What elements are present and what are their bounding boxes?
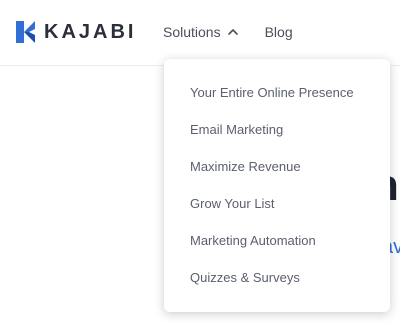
nav-blog[interactable]: Blog <box>265 22 293 42</box>
menu-item-marketing-automation[interactable]: Marketing Automation <box>164 222 390 259</box>
chevron-up-icon <box>227 29 238 35</box>
kajabi-logo-icon <box>16 21 35 43</box>
solutions-dropdown-menu: Your Entire Online Presence Email Market… <box>164 59 390 312</box>
logo-link[interactable]: KAJABI <box>16 20 136 44</box>
menu-item-quizzes-surveys[interactable]: Quizzes & Surveys <box>164 259 390 296</box>
logo-text: KAJABI <box>44 21 137 43</box>
menu-item-online-presence[interactable]: Your Entire Online Presence <box>164 74 390 111</box>
site-header: KAJABI Solutions Blog <box>0 0 400 66</box>
page: n av KAJABI Solutions Blog Your Entire O… <box>0 0 400 329</box>
nav-solutions[interactable]: Solutions <box>163 22 239 42</box>
menu-item-email-marketing[interactable]: Email Marketing <box>164 111 390 148</box>
menu-item-grow-your-list[interactable]: Grow Your List <box>164 185 390 222</box>
main-nav: Solutions Blog <box>163 22 293 42</box>
nav-solutions-label: Solutions <box>163 24 221 40</box>
menu-item-maximize-revenue[interactable]: Maximize Revenue <box>164 148 390 185</box>
